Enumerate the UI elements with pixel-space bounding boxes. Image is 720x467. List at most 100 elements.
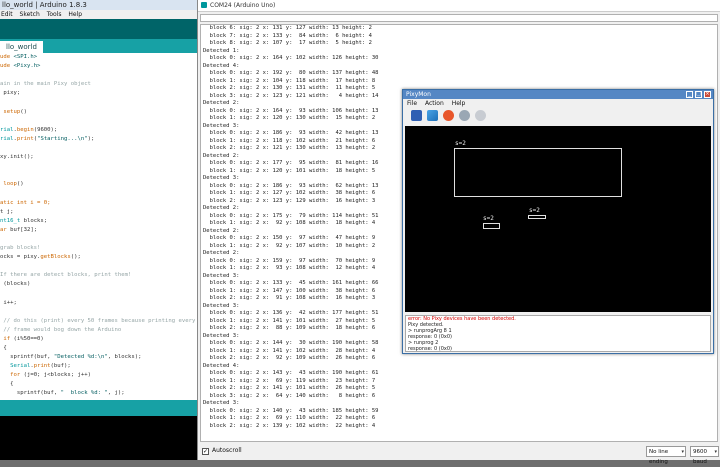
code-token: for bbox=[0, 372, 20, 378]
serial-line: block 1: sig: 2 x: 104 y: 118 width: 17 … bbox=[201, 78, 717, 86]
code-token: print bbox=[34, 363, 51, 369]
sketch-tab[interactable]: llo_world bbox=[0, 41, 43, 53]
line-ending-value: No line ending bbox=[649, 449, 668, 465]
code-editor[interactable]: ude <SPI.h>ude <Pixy.h>ain in the main P… bbox=[0, 53, 198, 400]
code-line: xy.init(); bbox=[0, 153, 198, 162]
signature-icon[interactable] bbox=[443, 110, 454, 121]
menu-action[interactable]: Action bbox=[425, 100, 444, 107]
menu-help[interactable]: Help bbox=[452, 100, 466, 107]
code-token: ); bbox=[88, 136, 95, 142]
code-line bbox=[0, 289, 198, 298]
pixymon-video-view[interactable]: s=2 s=2 s=2 bbox=[405, 126, 711, 312]
chevron-down-icon: ▾ bbox=[681, 447, 684, 457]
code-line: ude <Pixy.h> bbox=[0, 62, 198, 71]
code-token: <Pixy.h> bbox=[13, 63, 40, 69]
code-token: t j; bbox=[0, 209, 13, 215]
code-token: , blocks); bbox=[108, 354, 142, 360]
menu-sketch[interactable]: Sketch bbox=[20, 11, 40, 18]
code-token: (buf); bbox=[51, 363, 71, 369]
code-token: () bbox=[17, 181, 24, 187]
code-line bbox=[0, 117, 198, 126]
serial-line: block 8: sig: 2 x: 107 y: 17 width: 5 he… bbox=[201, 40, 717, 48]
serial-send-input[interactable] bbox=[200, 14, 718, 22]
serial-line: Detected 1: bbox=[201, 48, 717, 56]
pixymon-title: PixyMon bbox=[406, 91, 431, 98]
baud-rate-select[interactable]: 9600 baud▾ bbox=[690, 446, 719, 457]
code-token: rial bbox=[0, 136, 13, 142]
code-token: ude bbox=[0, 54, 13, 60]
code-line: atic int i = 0; bbox=[0, 199, 198, 208]
pixymon-window: PixyMon _ □ × File Action Help s=2 s=2 s… bbox=[402, 89, 714, 354]
arduino-icon bbox=[201, 2, 207, 8]
serial-line: block 3: sig: 2 x: 64 y: 140 width: 8 he… bbox=[201, 393, 717, 401]
code-line: // frame would bog down the Arduino bbox=[0, 326, 198, 335]
ide-status-bar bbox=[0, 400, 198, 416]
menu-file[interactable]: File bbox=[407, 100, 417, 107]
run-icon[interactable] bbox=[411, 110, 422, 121]
code-line: If there are detect blocks, print them! bbox=[0, 271, 198, 280]
serial-line: block 0: sig: 2 x: 140 y: 43 width: 185 … bbox=[201, 408, 717, 416]
code-token: buf[32]; bbox=[7, 227, 37, 233]
code-token: (i%50==0) bbox=[10, 336, 44, 342]
pixymon-menu-bar: File Action Help bbox=[403, 99, 713, 108]
home-icon[interactable] bbox=[427, 110, 438, 121]
serial-footer: ✓ Autoscroll No line ending▾ 9600 baud▾ bbox=[198, 443, 720, 460]
code-token: (j=0; j<blocks; j++) bbox=[20, 372, 91, 378]
gear-icon[interactable] bbox=[475, 110, 486, 121]
code-line: ar buf[32]; bbox=[0, 226, 198, 235]
code-token: if bbox=[0, 336, 10, 342]
serial-line: block 0: sig: 2 x: 143 y: 43 width: 190 … bbox=[201, 370, 717, 378]
autoscroll-checkbox[interactable]: ✓ bbox=[202, 448, 209, 455]
block-signature-label: s=2 bbox=[529, 208, 540, 214]
baud-rate-value: 9600 baud bbox=[693, 449, 707, 465]
menu-edit[interactable]: Edit bbox=[1, 11, 13, 18]
code-token: // do this (print) every 50 frames becau… bbox=[0, 318, 195, 324]
code-line bbox=[0, 71, 198, 80]
pixymon-console: error: No Pixy devices have been detecte… bbox=[405, 315, 711, 352]
code-token: rial bbox=[0, 127, 13, 133]
code-line bbox=[0, 171, 198, 180]
code-token: loop bbox=[0, 181, 17, 187]
block-signature-label: s=2 bbox=[483, 216, 494, 222]
serial-line: block 7: sig: 2 x: 133 y: 84 width: 6 he… bbox=[201, 33, 717, 41]
serial-title-bar: COM24 (Arduino Uno) bbox=[198, 0, 720, 12]
pixymon-title-bar: PixyMon _ □ × bbox=[403, 90, 713, 99]
code-token: xy.init(); bbox=[0, 154, 34, 160]
ide-console bbox=[0, 416, 198, 460]
code-line: if (i%50==0) bbox=[0, 335, 198, 344]
chevron-down-icon: ▾ bbox=[714, 447, 717, 457]
minimize-icon[interactable]: _ bbox=[686, 91, 693, 98]
pixymon-toolbar bbox=[403, 108, 713, 124]
serial-title: COM24 (Arduino Uno) bbox=[210, 2, 275, 9]
line-ending-select[interactable]: No line ending▾ bbox=[646, 446, 686, 457]
detected-block bbox=[454, 148, 622, 197]
serial-line: block 1: sig: 2 x: 69 y: 119 width: 23 h… bbox=[201, 378, 717, 386]
code-token: getBlocks bbox=[40, 254, 70, 260]
code-token: sprintf(buf, bbox=[0, 390, 61, 396]
code-token: begin bbox=[17, 127, 34, 133]
detected-block bbox=[528, 215, 546, 219]
code-line: i++; bbox=[0, 299, 198, 308]
code-token: pixy; bbox=[0, 90, 20, 96]
code-token: (); bbox=[71, 254, 81, 260]
code-line: // do this (print) every 50 frames becau… bbox=[0, 317, 198, 326]
code-line bbox=[0, 98, 198, 107]
serial-line: Detected 4: bbox=[201, 363, 717, 371]
close-icon[interactable]: × bbox=[704, 91, 711, 98]
code-token: " block %d: " bbox=[61, 390, 108, 396]
maximize-icon[interactable]: □ bbox=[695, 91, 702, 98]
code-token bbox=[0, 363, 10, 369]
menu-help[interactable]: Help bbox=[68, 11, 82, 18]
ide-title-bar: llo_world | Arduino 1.8.3 bbox=[0, 0, 197, 10]
serial-line: block 0: sig: 2 x: 192 y: 80 width: 137 … bbox=[201, 70, 717, 78]
code-line: pixy; bbox=[0, 89, 198, 98]
code-token: <SPI.h> bbox=[13, 54, 37, 60]
code-token: , j); bbox=[108, 390, 125, 396]
code-line: Serial.print(buf); bbox=[0, 362, 198, 371]
code-token: grab blocks! bbox=[0, 245, 40, 251]
config-icon[interactable] bbox=[459, 110, 470, 121]
menu-tools[interactable]: Tools bbox=[47, 11, 62, 18]
code-line: { bbox=[0, 344, 198, 353]
code-token: "Detected %d:\n" bbox=[54, 354, 108, 360]
code-line: sprintf(buf, "Detected %d:\n", blocks); bbox=[0, 353, 198, 362]
